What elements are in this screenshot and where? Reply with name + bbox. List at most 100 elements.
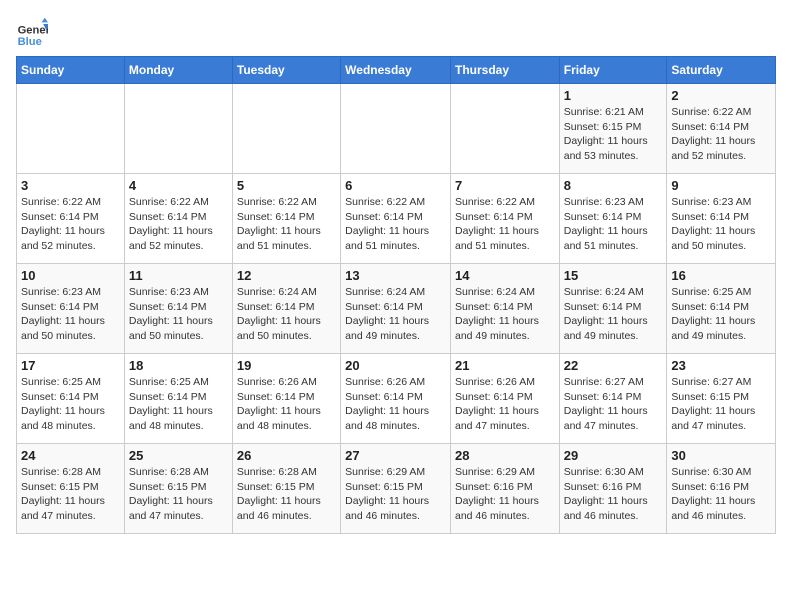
- day-info: Sunrise: 6:22 AM Sunset: 6:14 PM Dayligh…: [129, 195, 228, 254]
- day-number: 26: [237, 448, 336, 463]
- day-info: Sunrise: 6:27 AM Sunset: 6:15 PM Dayligh…: [671, 375, 771, 434]
- calendar-cell: 14 Sunrise: 6:24 AM Sunset: 6:14 PM Dayli…: [450, 264, 559, 354]
- day-number: 2: [671, 88, 771, 103]
- day-number: 21: [455, 358, 555, 373]
- calendar-cell: 6Sunrise: 6:22 AM Sunset: 6:14 PM Daylig…: [341, 174, 451, 264]
- day-info: Sunrise: 6:27 AM Sunset: 6:14 PM Dayligh…: [564, 375, 663, 434]
- calendar-cell: 20Sunrise: 6:26 AM Sunset: 6:14 PM Dayli…: [341, 354, 451, 444]
- calendar-cell: 11 Sunrise: 6:23 AM Sunset: 6:14 PM Dayli…: [124, 264, 232, 354]
- day-info: Sunrise: 6:29 AM Sunset: 6:15 PM Dayligh…: [345, 465, 446, 524]
- svg-text:Blue: Blue: [18, 36, 42, 48]
- weekday-header: Friday: [559, 57, 667, 84]
- calendar-cell: 29 Sunrise: 6:30 AM Sunset: 6:16 PM Dayli…: [559, 444, 667, 534]
- day-info: Sunrise: 6:25 AM Sunset: 6:14 PM Dayligh…: [129, 375, 228, 434]
- day-info: Sunrise: 6:28 AM Sunset: 6:15 PM Dayligh…: [237, 465, 336, 524]
- calendar-cell: 7Sunrise: 6:22 AM Sunset: 6:14 PM Daylig…: [450, 174, 559, 264]
- calendar-cell: 26 Sunrise: 6:28 AM Sunset: 6:15 PM Dayli…: [232, 444, 340, 534]
- calendar-cell: 12Sunrise: 6:24 AM Sunset: 6:14 PM Dayli…: [232, 264, 340, 354]
- day-info: Sunrise: 6:23 AM Sunset: 6:14 PM Dayligh…: [129, 285, 228, 344]
- day-number: 30: [671, 448, 771, 463]
- day-number: 20: [345, 358, 446, 373]
- day-number: 11: [129, 268, 228, 283]
- calendar-cell: 23 Sunrise: 6:27 AM Sunset: 6:15 PM Dayli…: [667, 354, 776, 444]
- day-number: 8: [564, 178, 663, 193]
- day-number: 7: [455, 178, 555, 193]
- calendar-cell: [232, 84, 340, 174]
- calendar-cell: 27 Sunrise: 6:29 AM Sunset: 6:15 PM Dayli…: [341, 444, 451, 534]
- calendar-cell: 13 Sunrise: 6:24 AM Sunset: 6:14 PM Dayli…: [341, 264, 451, 354]
- calendar-table: SundayMondayTuesdayWednesdayThursdayFrid…: [16, 56, 776, 534]
- day-number: 24: [21, 448, 120, 463]
- day-info: Sunrise: 6:22 AM Sunset: 6:14 PM Dayligh…: [345, 195, 446, 254]
- weekday-header: Monday: [124, 57, 232, 84]
- day-number: 28: [455, 448, 555, 463]
- day-number: 18: [129, 358, 228, 373]
- day-number: 5: [237, 178, 336, 193]
- calendar-cell: 18 Sunrise: 6:25 AM Sunset: 6:14 PM Dayli…: [124, 354, 232, 444]
- calendar-cell: 30 Sunrise: 6:30 AM Sunset: 6:16 PM Dayli…: [667, 444, 776, 534]
- calendar-cell: 10Sunrise: 6:23 AM Sunset: 6:14 PM Dayli…: [17, 264, 125, 354]
- calendar-cell: [17, 84, 125, 174]
- calendar-cell: 25 Sunrise: 6:28 AM Sunset: 6:15 PM Dayli…: [124, 444, 232, 534]
- calendar-cell: 24 Sunrise: 6:28 AM Sunset: 6:15 PM Dayli…: [17, 444, 125, 534]
- day-info: Sunrise: 6:21 AM Sunset: 6:15 PM Dayligh…: [564, 105, 663, 164]
- calendar-cell: [450, 84, 559, 174]
- day-info: Sunrise: 6:28 AM Sunset: 6:15 PM Dayligh…: [21, 465, 120, 524]
- day-number: 4: [129, 178, 228, 193]
- page-header: General Blue: [16, 16, 776, 48]
- day-number: 25: [129, 448, 228, 463]
- day-info: Sunrise: 6:25 AM Sunset: 6:14 PM Dayligh…: [21, 375, 120, 434]
- day-info: Sunrise: 6:26 AM Sunset: 6:14 PM Dayligh…: [237, 375, 336, 434]
- day-number: 12: [237, 268, 336, 283]
- logo: General Blue: [16, 16, 52, 48]
- weekday-header: Wednesday: [341, 57, 451, 84]
- day-info: Sunrise: 6:28 AM Sunset: 6:15 PM Dayligh…: [129, 465, 228, 524]
- weekday-header: Sunday: [17, 57, 125, 84]
- day-number: 29: [564, 448, 663, 463]
- calendar-cell: 1 Sunrise: 6:21 AM Sunset: 6:15 PM Daylig…: [559, 84, 667, 174]
- weekday-header: Saturday: [667, 57, 776, 84]
- calendar-cell: 22Sunrise: 6:27 AM Sunset: 6:14 PM Dayli…: [559, 354, 667, 444]
- weekday-header: Tuesday: [232, 57, 340, 84]
- day-info: Sunrise: 6:30 AM Sunset: 6:16 PM Dayligh…: [564, 465, 663, 524]
- calendar-header: SundayMondayTuesdayWednesdayThursdayFrid…: [17, 57, 776, 84]
- day-number: 15: [564, 268, 663, 283]
- calendar-cell: 19 Sunrise: 6:26 AM Sunset: 6:14 PM Dayli…: [232, 354, 340, 444]
- day-info: Sunrise: 6:23 AM Sunset: 6:14 PM Dayligh…: [564, 195, 663, 254]
- logo-icon: General Blue: [16, 16, 48, 48]
- day-info: Sunrise: 6:24 AM Sunset: 6:14 PM Dayligh…: [455, 285, 555, 344]
- day-number: 1: [564, 88, 663, 103]
- calendar-cell: 17 Sunrise: 6:25 AM Sunset: 6:14 PM Dayli…: [17, 354, 125, 444]
- day-info: Sunrise: 6:26 AM Sunset: 6:14 PM Dayligh…: [455, 375, 555, 434]
- svg-text:General: General: [18, 25, 48, 37]
- day-info: Sunrise: 6:25 AM Sunset: 6:14 PM Dayligh…: [671, 285, 771, 344]
- calendar-cell: 2 Sunrise: 6:22 AM Sunset: 6:14 PM Daylig…: [667, 84, 776, 174]
- calendar-cell: 15 Sunrise: 6:24 AM Sunset: 6:14 PM Dayli…: [559, 264, 667, 354]
- day-info: Sunrise: 6:24 AM Sunset: 6:14 PM Dayligh…: [345, 285, 446, 344]
- day-number: 23: [671, 358, 771, 373]
- day-info: Sunrise: 6:29 AM Sunset: 6:16 PM Dayligh…: [455, 465, 555, 524]
- day-info: Sunrise: 6:22 AM Sunset: 6:14 PM Dayligh…: [671, 105, 771, 164]
- day-number: 13: [345, 268, 446, 283]
- calendar-cell: 21 Sunrise: 6:26 AM Sunset: 6:14 PM Dayli…: [450, 354, 559, 444]
- day-number: 9: [671, 178, 771, 193]
- day-info: Sunrise: 6:22 AM Sunset: 6:14 PM Dayligh…: [237, 195, 336, 254]
- calendar-cell: 5 Sunrise: 6:22 AM Sunset: 6:14 PM Daylig…: [232, 174, 340, 264]
- day-info: Sunrise: 6:23 AM Sunset: 6:14 PM Dayligh…: [671, 195, 771, 254]
- day-number: 14: [455, 268, 555, 283]
- day-info: Sunrise: 6:24 AM Sunset: 6:14 PM Dayligh…: [564, 285, 663, 344]
- day-number: 3: [21, 178, 120, 193]
- day-info: Sunrise: 6:22 AM Sunset: 6:14 PM Dayligh…: [21, 195, 120, 254]
- day-number: 10: [21, 268, 120, 283]
- calendar-cell: 16 Sunrise: 6:25 AM Sunset: 6:14 PM Dayli…: [667, 264, 776, 354]
- day-number: 19: [237, 358, 336, 373]
- day-number: 17: [21, 358, 120, 373]
- calendar-cell: 8 Sunrise: 6:23 AM Sunset: 6:14 PM Daylig…: [559, 174, 667, 264]
- day-number: 27: [345, 448, 446, 463]
- day-info: Sunrise: 6:30 AM Sunset: 6:16 PM Dayligh…: [671, 465, 771, 524]
- day-number: 16: [671, 268, 771, 283]
- calendar-cell: 9 Sunrise: 6:23 AM Sunset: 6:14 PM Daylig…: [667, 174, 776, 264]
- calendar-cell: [124, 84, 232, 174]
- calendar-cell: 4 Sunrise: 6:22 AM Sunset: 6:14 PM Daylig…: [124, 174, 232, 264]
- calendar-cell: 28 Sunrise: 6:29 AM Sunset: 6:16 PM Dayli…: [450, 444, 559, 534]
